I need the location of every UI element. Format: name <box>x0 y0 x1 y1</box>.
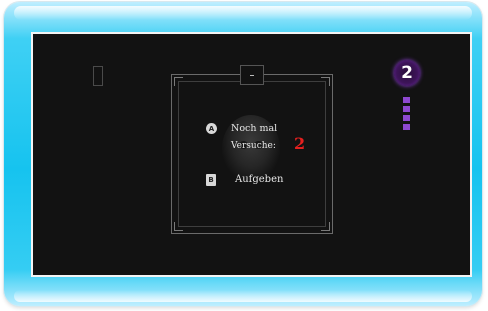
dialog-corner-bottom-left <box>174 222 183 231</box>
life-pip <box>403 124 410 130</box>
life-pip <box>403 106 410 112</box>
lives-badge-icon: 2 <box>394 60 420 86</box>
item-slot-icon <box>93 66 103 86</box>
dialog-tab-mark <box>250 74 254 76</box>
lives-pips <box>403 97 411 133</box>
frame-bottom-sheen <box>14 290 472 302</box>
tries-label: Versuche: <box>231 141 276 151</box>
dialog-corner-top-left <box>174 77 183 86</box>
life-pip <box>403 115 410 121</box>
a-button-icon[interactable]: A <box>206 123 217 134</box>
frame-top-sheen <box>14 6 472 20</box>
retry-option-label[interactable]: Noch mal <box>231 122 277 135</box>
game-screen-bezel: A Noch mal Versuche: 2 B Aufgeben 2 <box>31 32 472 277</box>
dialog-corner-top-right <box>321 77 330 86</box>
game-over-dialog: A Noch mal Versuche: 2 B Aufgeben <box>171 65 333 234</box>
give-up-option-label[interactable]: Aufgeben <box>235 173 283 187</box>
tries-remaining-count: 2 <box>294 134 306 153</box>
dialog-corner-bottom-right <box>321 222 330 231</box>
life-pip <box>403 97 410 103</box>
game-screen: A Noch mal Versuche: 2 B Aufgeben 2 <box>33 34 470 275</box>
b-button-icon[interactable]: B <box>206 174 216 186</box>
dialog-top-tab <box>240 65 264 85</box>
